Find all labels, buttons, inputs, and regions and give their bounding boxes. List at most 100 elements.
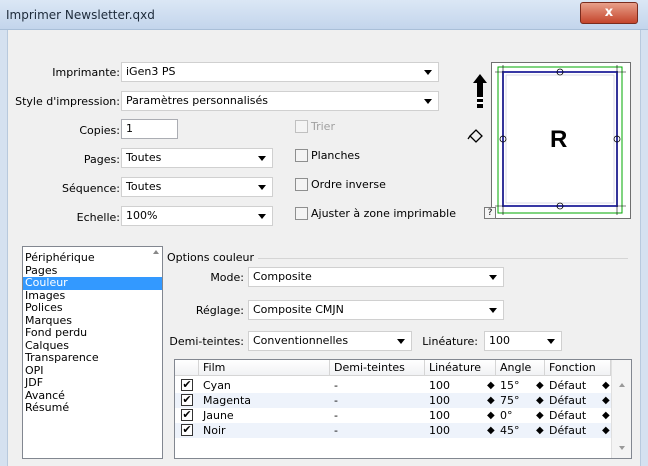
sequence-select[interactable]: Toutes	[121, 177, 273, 197]
header-halftone[interactable]: Demi-teintes	[330, 360, 425, 376]
printer-select[interactable]: iGen3 PS	[121, 62, 439, 82]
copies-label: Copies:	[79, 124, 120, 137]
cell-frequency[interactable]: 100	[429, 423, 450, 438]
cell-function[interactable]: Défaut	[549, 423, 586, 438]
category-item[interactable]: Polices	[23, 301, 162, 315]
chevron-down-icon	[258, 214, 266, 219]
chevron-down-icon	[489, 308, 497, 313]
table-row[interactable]: ✔ Magenta - 100 75° Défaut ◆ ◆ ◆	[175, 393, 611, 408]
cell-function[interactable]: Défaut	[549, 408, 586, 423]
cell-frequency[interactable]: 100	[429, 393, 450, 408]
paper-feed-icon[interactable]	[466, 128, 484, 146]
fit-printable-label: Ajuster à zone imprimable	[311, 207, 456, 220]
chevron-down-icon	[397, 339, 405, 344]
row-checkbox[interactable]: ✔	[181, 394, 193, 406]
close-icon: x	[604, 5, 614, 20]
upload-arrow-icon[interactable]	[473, 74, 487, 116]
table-row[interactable]: ✔ Cyan - 100 15° Défaut ◆ ◆ ◆	[175, 378, 611, 393]
reverse-order-checkbox[interactable]	[295, 178, 308, 191]
chevron-down-icon	[547, 339, 555, 344]
spinner-icon[interactable]: ◆	[487, 408, 495, 423]
cell-halftone[interactable]: -	[334, 378, 338, 393]
spinner-icon[interactable]: ◆	[487, 423, 495, 438]
spinner-icon[interactable]: ◆	[536, 378, 544, 393]
spinner-icon[interactable]: ◆	[602, 393, 610, 408]
sequence-value: Toutes	[126, 180, 162, 193]
copies-value: 1	[126, 122, 133, 135]
scroll-up-icon[interactable]	[153, 250, 159, 254]
help-button[interactable]: ?	[484, 207, 496, 219]
cell-angle[interactable]: 15°	[500, 378, 520, 393]
fit-printable-checkbox[interactable]	[295, 207, 308, 220]
halftone-select[interactable]: Conventionnelles	[248, 331, 412, 351]
chevron-down-icon	[424, 99, 432, 104]
separations-table[interactable]: Film Demi-teintes Linéature Angle Foncti…	[174, 359, 632, 459]
spinner-icon[interactable]: ◆	[602, 378, 610, 393]
mode-select[interactable]: Composite	[248, 267, 504, 287]
mode-value: Composite	[253, 270, 312, 283]
table-row[interactable]: ✔ Noir - 100 45° Défaut ◆ ◆ ◆	[175, 423, 611, 438]
setup-select[interactable]: Composite CMJN	[248, 300, 504, 320]
spinner-icon[interactable]: ◆	[602, 408, 610, 423]
category-item[interactable]: Périphérique	[23, 251, 162, 265]
chevron-down-icon	[424, 70, 432, 75]
collate-label: Trier	[311, 120, 335, 133]
category-item[interactable]: Fond perdu	[23, 326, 162, 340]
table-scrollbar[interactable]	[611, 360, 631, 458]
pages-label: Pages:	[83, 153, 120, 166]
spinner-icon[interactable]: ◆	[536, 408, 544, 423]
copies-input[interactable]: 1	[121, 119, 178, 139]
category-item[interactable]: Transparence	[23, 351, 162, 365]
cell-function[interactable]: Défaut	[549, 393, 586, 408]
cell-angle[interactable]: 0°	[500, 408, 513, 423]
scroll-up-icon[interactable]	[619, 383, 625, 387]
collate-checkbox[interactable]	[295, 120, 308, 133]
halftone-label: Demi-teintes:	[169, 335, 244, 348]
printer-label: Imprimante:	[52, 66, 120, 79]
header-function[interactable]: Fonction	[545, 360, 611, 376]
header-angle[interactable]: Angle	[496, 360, 545, 376]
cell-angle[interactable]: 75°	[500, 393, 520, 408]
spinner-icon[interactable]: ◆	[602, 423, 610, 438]
scale-label: Echelle:	[76, 211, 120, 224]
frequency-select[interactable]: 100	[484, 331, 562, 351]
header-film[interactable]: Film	[199, 360, 330, 376]
halftone-value: Conventionnelles	[253, 334, 349, 347]
cell-frequency[interactable]: 100	[429, 408, 450, 423]
cell-angle[interactable]: 45°	[500, 423, 520, 438]
spinner-icon[interactable]: ◆	[487, 378, 495, 393]
header-frequency[interactable]: Linéature	[425, 360, 496, 376]
scale-value: 100%	[126, 209, 158, 222]
window-title: Imprimer Newsletter.qxd	[6, 8, 155, 22]
row-checkbox[interactable]: ✔	[181, 379, 193, 391]
category-item[interactable]: OPI	[23, 364, 162, 378]
row-checkbox[interactable]: ✔	[181, 409, 193, 421]
spinner-icon[interactable]: ◆	[536, 423, 544, 438]
preview-letter: R	[550, 126, 567, 153]
cell-film: Jaune	[203, 409, 234, 422]
chevron-down-icon	[258, 156, 266, 161]
scale-select[interactable]: 100%	[121, 206, 273, 226]
spinner-icon[interactable]: ◆	[487, 393, 495, 408]
cell-halftone[interactable]: -	[334, 393, 338, 408]
scroll-down-icon[interactable]	[619, 446, 625, 450]
spinner-icon[interactable]: ◆	[536, 393, 544, 408]
row-checkbox[interactable]: ✔	[181, 424, 193, 436]
settings-category-list[interactable]: Périphérique Pages Couleur Images Polices Mar…	[22, 246, 163, 459]
category-item[interactable]: JDF	[23, 376, 162, 390]
table-row[interactable]: ✔ Jaune - 100 0° Défaut ◆ ◆ ◆	[175, 408, 611, 423]
print-style-select[interactable]: Paramètres personnalisés	[121, 91, 439, 111]
cell-halftone[interactable]: -	[334, 423, 338, 438]
category-item[interactable]: Résumé	[23, 401, 162, 415]
reverse-order-label: Ordre inverse	[311, 178, 386, 191]
cell-function[interactable]: Défaut	[549, 378, 586, 393]
title-bar[interactable]: Imprimer Newsletter.qxd x	[0, 0, 648, 30]
pages-select[interactable]: Toutes	[121, 148, 273, 168]
cell-frequency[interactable]: 100	[429, 378, 450, 393]
category-item[interactable]: Couleur	[23, 276, 162, 290]
print-style-value: Paramètres personnalisés	[126, 94, 268, 107]
close-button[interactable]: x	[580, 2, 638, 24]
chevron-down-icon	[258, 185, 266, 190]
cell-halftone[interactable]: -	[334, 408, 338, 423]
spreads-checkbox[interactable]	[295, 149, 308, 162]
